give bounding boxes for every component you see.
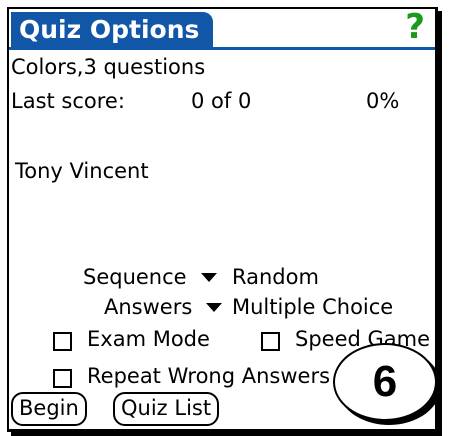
answers-select[interactable]: Multiple Choice bbox=[232, 293, 393, 321]
last-score-percent: 0% bbox=[366, 89, 400, 113]
repeat-wrong-answers-label[interactable]: Repeat Wrong Answers bbox=[87, 362, 330, 390]
quiz-options-screen: Quiz Options ? Colors,3 questions Last s… bbox=[7, 7, 438, 432]
sequence-dropdown-arrow-icon[interactable] bbox=[201, 273, 217, 282]
title-bar: Quiz Options ? bbox=[9, 9, 435, 50]
answers-label: Answers bbox=[104, 295, 193, 319]
quiz-list-button[interactable]: Quiz List bbox=[113, 392, 220, 426]
title-underline bbox=[9, 47, 435, 50]
help-icon[interactable]: ? bbox=[405, 9, 425, 47]
user-name: Tony Vincent bbox=[15, 159, 149, 183]
last-score-value: 0 of 0 bbox=[191, 89, 252, 113]
quiz-name: Colors,3 questions bbox=[11, 55, 206, 79]
exam-mode-label[interactable]: Exam Mode bbox=[87, 325, 210, 353]
sequence-select[interactable]: Random bbox=[232, 263, 319, 291]
step-number-badge: 6 bbox=[333, 343, 435, 421]
last-score-label: Last score: bbox=[11, 89, 125, 113]
repeat-wrong-answers-checkbox[interactable] bbox=[53, 369, 72, 388]
speed-game-checkbox[interactable] bbox=[261, 332, 280, 351]
answers-dropdown-arrow-icon[interactable] bbox=[206, 303, 222, 312]
page-title: Quiz Options bbox=[11, 12, 214, 48]
exam-mode-checkbox[interactable] bbox=[53, 332, 72, 351]
begin-button[interactable]: Begin bbox=[11, 392, 87, 426]
sequence-label: Sequence bbox=[83, 265, 187, 289]
